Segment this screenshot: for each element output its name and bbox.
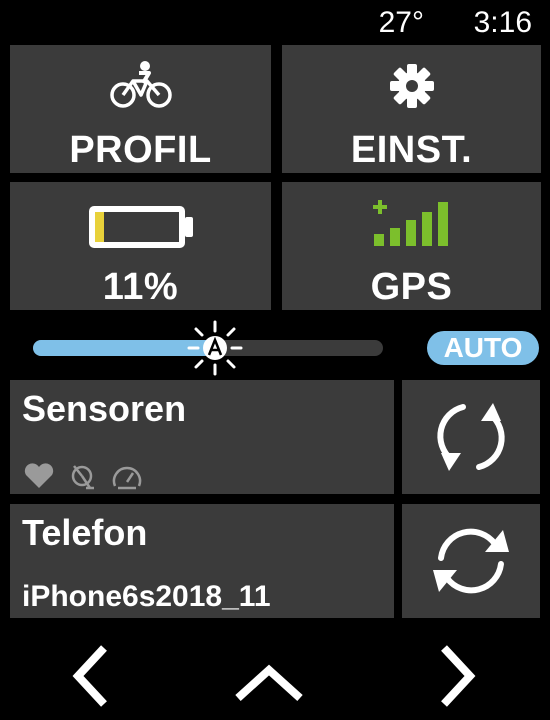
gps-tile[interactable]: GPS [282,182,541,310]
status-bar: 27° 3:16 [0,0,550,44]
paired-device-name: iPhone6s2018_11 [22,580,271,613]
cadence-icon [71,465,94,490]
battery-percentage: 11% [102,266,179,308]
sync-icon [433,528,509,594]
battery-level-fill [94,212,104,242]
phone-tile[interactable]: Telefon iPhone6s2018_11 [10,504,394,618]
phone-title: Telefon [22,512,148,553]
battery-icon [88,206,193,248]
clock: 3:16 [473,6,532,39]
bicycle-icon [109,61,172,108]
refresh-icon [437,403,505,471]
signal-bars-icon [372,200,448,246]
battery-tile[interactable]: 11% [10,182,271,310]
speedometer-icon [112,466,142,490]
sensors-tile[interactable]: Sensoren [10,380,394,494]
sensors-title: Sensoren [22,388,187,429]
sensor-icons [24,463,142,490]
auto-brightness-toggle[interactable]: AUTO [427,331,539,365]
brightness-slider[interactable] [33,320,383,376]
profile-label: PROFIL [69,129,212,171]
chevron-left-icon[interactable] [58,640,128,710]
gear-icon [389,64,434,108]
sun-icon[interactable] [185,318,245,378]
phone-refresh-button[interactable] [402,504,540,618]
chevron-up-icon[interactable] [234,640,304,710]
temperature-readout: 27° [378,6,424,39]
settings-label: EINST. [350,129,473,171]
heart-icon [24,463,54,488]
gps-label: GPS [370,266,453,308]
chevron-right-icon[interactable] [422,640,492,710]
settings-tile[interactable]: EINST. [282,45,541,173]
profile-tile[interactable]: PROFIL [10,45,271,173]
sensors-refresh-button[interactable] [402,380,540,494]
